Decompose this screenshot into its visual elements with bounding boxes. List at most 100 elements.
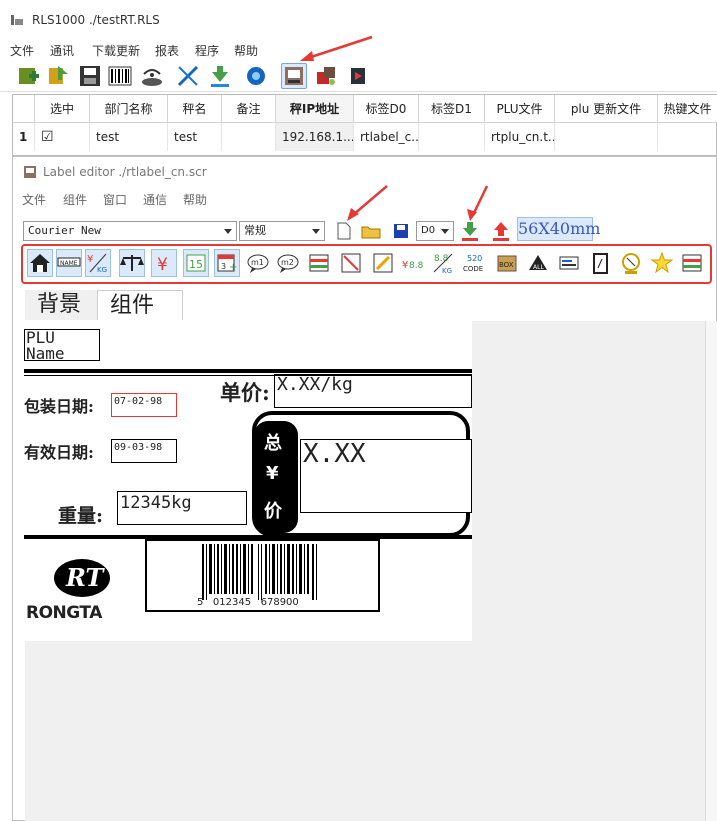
editor-menu-file[interactable]: 文件 xyxy=(22,191,46,208)
label-slot-value: D0 xyxy=(421,225,436,236)
wifi-scale-icon[interactable] xyxy=(140,64,164,88)
editor-menu-window[interactable]: 窗口 xyxy=(103,191,127,208)
menu-download[interactable]: 下载更新 xyxy=(92,42,140,59)
save-icon[interactable] xyxy=(78,64,102,88)
scale-icon[interactable] xyxy=(119,249,145,277)
m2-bubble-icon[interactable]: m2 xyxy=(275,249,301,277)
home-icon[interactable] xyxy=(27,249,53,277)
door-icon[interactable] xyxy=(587,249,613,277)
total-label-char-1: 总 xyxy=(264,433,282,454)
col-header-plu-file[interactable]: PLU文件 xyxy=(485,95,555,123)
svg-text:¥: ¥ xyxy=(157,255,168,275)
pencil-icon[interactable] xyxy=(370,249,396,277)
barcode-digits: 5 012345 678900 xyxy=(197,597,299,608)
svg-text:KG: KG xyxy=(442,267,452,275)
yen-icon[interactable]: ¥ xyxy=(151,249,177,277)
exit-icon[interactable] xyxy=(346,64,370,88)
annotation-arrow-3 xyxy=(467,185,489,221)
barcode-box[interactable]: 5 012345 678900 xyxy=(145,539,380,612)
col-header-dept[interactable]: 部门名称 xyxy=(90,95,168,123)
label-card-icon[interactable] xyxy=(306,249,332,277)
row-checkbox[interactable]: ☑ xyxy=(35,123,90,151)
font-family-select[interactable]: Courier New xyxy=(23,221,237,241)
m1-bubble-icon[interactable]: m1 xyxy=(245,249,271,277)
expiry-field[interactable]: 09-03-98 xyxy=(111,439,177,463)
label-size-display: 56X40mm xyxy=(517,217,600,241)
svg-text:m1: m1 xyxy=(251,258,264,267)
weight-field[interactable]: 12345kg xyxy=(117,491,247,525)
svg-text:8.8: 8.8 xyxy=(409,261,424,271)
row-index: 1 xyxy=(13,123,35,151)
menu-comm[interactable]: 通讯 xyxy=(50,42,74,59)
menu-report[interactable]: 报表 xyxy=(155,42,179,59)
col-header-label-d0[interactable]: 标签D0 xyxy=(354,95,419,123)
row-note xyxy=(222,123,276,151)
520-code-icon[interactable]: 520 CODE xyxy=(462,249,488,277)
8.8-kg-icon[interactable]: 8.8 KG xyxy=(431,249,457,277)
tab-background[interactable]: 背景 xyxy=(25,290,97,320)
export-icon[interactable] xyxy=(46,64,70,88)
svg-text:15: 15 xyxy=(189,258,203,271)
barcode-card-icon[interactable] xyxy=(556,249,582,277)
col-header-index xyxy=(13,95,35,123)
barcode-bars xyxy=(202,544,317,600)
annotation-arrow-2 xyxy=(347,185,388,221)
row-plu-file: rtplu_cn.t... xyxy=(485,123,555,151)
label-editor-window: Label editor ./rtlabel_cn.scr 文件 组件 窗口 通… xyxy=(12,156,717,821)
row-label-d1 xyxy=(419,123,485,151)
unit-price-field[interactable]: X.XX/kg xyxy=(274,374,472,408)
label-slot-select[interactable]: D0 xyxy=(416,221,454,241)
svg-text:BOX: BOX xyxy=(499,261,514,269)
editor-menu-component[interactable]: 组件 xyxy=(63,191,87,208)
rongta-logo-text: RONGTA xyxy=(26,603,102,623)
tab-components[interactable]: 组件 xyxy=(97,290,183,320)
valve-icon[interactable] xyxy=(618,249,644,277)
svg-text:CODE: CODE xyxy=(463,265,483,273)
total-price-field[interactable]: X.XX xyxy=(300,439,472,513)
total-label-char-2: ¥ xyxy=(266,463,279,484)
col-header-note[interactable]: 备注 xyxy=(222,95,276,123)
pack-date-field[interactable]: 07-02-98 xyxy=(111,393,177,417)
yen-8.8-icon[interactable]: ¥8.8 xyxy=(401,249,427,277)
app-icon xyxy=(10,13,24,27)
editor-menu-comm[interactable]: 通信 xyxy=(143,191,167,208)
weight-label: 重量: xyxy=(58,505,104,527)
add-scale-icon[interactable] xyxy=(16,64,40,88)
col-header-plu-update[interactable]: plu 更新文件 xyxy=(555,95,658,123)
col-header-ip[interactable]: 秤IP地址 xyxy=(276,95,354,123)
vertical-scrollbar[interactable] xyxy=(705,321,717,821)
row-dept: test xyxy=(90,123,168,151)
download-icon[interactable] xyxy=(208,64,232,88)
all-icon[interactable]: ALL xyxy=(525,249,551,277)
col-header-scale[interactable]: 秤名 xyxy=(168,95,222,123)
calendar-plus-icon[interactable]: 3 + xyxy=(214,249,240,277)
fifteen-icon[interactable]: 15 xyxy=(183,249,209,277)
editor-menu-help[interactable]: 帮助 xyxy=(183,191,207,208)
row-label-d0: rtlabel_c... xyxy=(354,123,419,151)
tools-icon[interactable] xyxy=(176,64,200,88)
col-header-selected[interactable]: 选中 xyxy=(35,95,90,123)
menu-file[interactable]: 文件 xyxy=(10,42,34,59)
row-ip: 192.168.1.... xyxy=(276,123,354,151)
diagonal-line-icon[interactable] xyxy=(338,249,364,277)
settings-gear-icon[interactable] xyxy=(244,64,268,88)
col-header-label-d1[interactable]: 标签D1 xyxy=(419,95,485,123)
label-design: PLU Name 包装日期: 07-02-98 单价: X.XX/kg 有效日期… xyxy=(24,321,472,641)
svg-text:m2: m2 xyxy=(281,258,294,267)
name-icon[interactable]: NAME xyxy=(56,249,82,277)
star-icon[interactable] xyxy=(649,249,675,277)
svg-text:KG: KG xyxy=(97,266,107,274)
price-per-kg-icon[interactable]: ¥ KG xyxy=(85,249,111,277)
box-icon[interactable]: BOX xyxy=(494,249,520,277)
plugin-icon[interactable] xyxy=(314,64,338,88)
barcode-icon[interactable] xyxy=(108,64,132,88)
menu-program[interactable]: 程序 xyxy=(195,42,219,59)
plu-name-field[interactable]: PLU Name xyxy=(24,329,100,361)
label-card-2-icon[interactable] xyxy=(679,249,705,277)
font-style-select[interactable]: 常规 xyxy=(239,221,325,241)
menu-help[interactable]: 帮助 xyxy=(234,42,258,59)
label-editor-icon[interactable] xyxy=(281,63,307,89)
col-header-hotkey[interactable]: 热键文件 xyxy=(658,95,717,123)
svg-text:¥: ¥ xyxy=(87,254,93,265)
svg-text:¥: ¥ xyxy=(402,260,408,271)
